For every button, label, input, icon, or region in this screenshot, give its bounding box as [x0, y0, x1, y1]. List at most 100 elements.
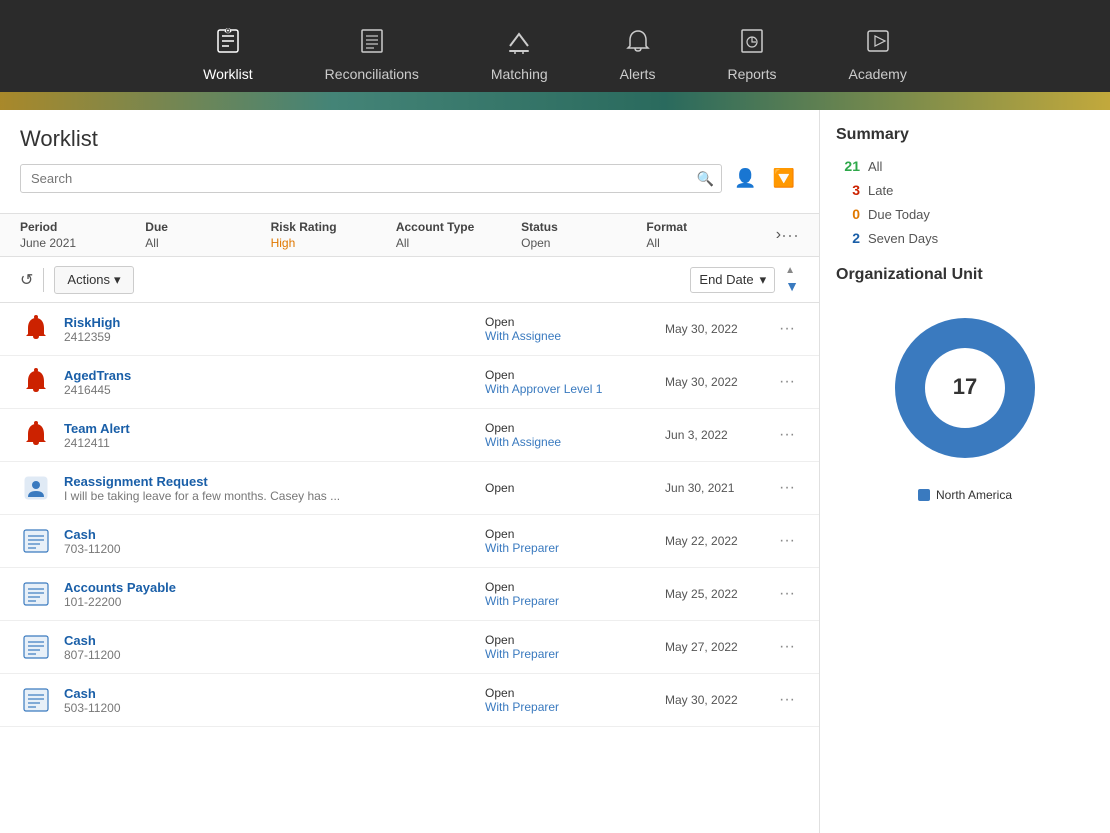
- matching-icon: [506, 28, 532, 60]
- item-menu-button[interactable]: ···: [775, 691, 799, 709]
- item-id: I will be taking leave for a few months.…: [64, 489, 485, 503]
- filter-period-value[interactable]: June 2021: [20, 236, 145, 250]
- search-input[interactable]: [20, 164, 722, 193]
- item-name: Accounts Payable: [64, 580, 485, 595]
- filter-icon[interactable]: 🔽: [769, 164, 799, 193]
- item-menu-button[interactable]: ···: [775, 320, 799, 338]
- summary-label: Due Today: [868, 207, 930, 222]
- filter-risk: Risk Rating High: [271, 220, 396, 250]
- item-icon: [20, 366, 52, 398]
- status-open: Open: [485, 315, 665, 329]
- item-icon: [20, 472, 52, 504]
- filter-due: Due All: [145, 220, 270, 250]
- main-wrapper: Worklist 🔍 👤 🔽 Period June 2021 Due All: [0, 110, 1110, 833]
- summary-item[interactable]: 2 Seven Days: [836, 230, 1094, 246]
- refresh-button[interactable]: ↺: [20, 270, 33, 290]
- list-item[interactable]: Accounts Payable 101-22200 Open With Pre…: [0, 568, 819, 621]
- worklist-icon: [215, 28, 241, 60]
- filter-due-value[interactable]: All: [145, 236, 270, 250]
- item-id: 101-22200: [64, 595, 485, 609]
- filter-account-type: Account Type All: [396, 220, 521, 250]
- item-info: AgedTrans 2416445: [64, 368, 485, 397]
- list-item[interactable]: Cash 703-11200 Open With Preparer May 22…: [0, 515, 819, 568]
- list-item[interactable]: Team Alert 2412411 Open With Assignee Ju…: [0, 409, 819, 462]
- right-panel: Summary 21 All 3 Late 0 Due Today 2 Seve…: [820, 110, 1110, 833]
- filter-risk-value[interactable]: High: [271, 236, 396, 250]
- search-icon[interactable]: 🔍: [697, 170, 714, 187]
- nav-item-matching[interactable]: Matching: [475, 20, 564, 90]
- nav-banner: [0, 92, 1110, 110]
- item-menu-button[interactable]: ···: [775, 373, 799, 391]
- list-item[interactable]: Cash 503-11200 Open With Preparer May 30…: [0, 674, 819, 727]
- item-info: Cash 503-11200: [64, 686, 485, 715]
- filter-account-type-value[interactable]: All: [396, 236, 521, 250]
- item-icon: [20, 684, 52, 716]
- filter-risk-label: Risk Rating: [271, 220, 396, 234]
- nav-item-worklist[interactable]: Worklist: [187, 20, 269, 90]
- sort-up-icon[interactable]: ▲: [785, 265, 799, 276]
- filter-format-value[interactable]: All: [646, 236, 771, 250]
- item-date: May 25, 2022: [665, 587, 775, 601]
- search-bar: 🔍 👤 🔽: [20, 164, 799, 193]
- actions-button[interactable]: Actions ▾: [54, 266, 133, 294]
- item-status: Open With Preparer: [485, 686, 665, 714]
- list-item[interactable]: AgedTrans 2416445 Open With Approver Lev…: [0, 356, 819, 409]
- alerts-icon: [625, 28, 651, 60]
- nav-item-alerts[interactable]: Alerts: [604, 20, 672, 90]
- item-info: RiskHigh 2412359: [64, 315, 485, 344]
- item-menu-button[interactable]: ···: [775, 638, 799, 656]
- sort-select[interactable]: End Date ▾: [690, 267, 775, 293]
- sort-down-icon[interactable]: ▼: [785, 278, 799, 294]
- status-sub: With Preparer: [485, 700, 665, 714]
- item-icon: [20, 525, 52, 557]
- item-icon: [20, 419, 52, 451]
- filter-more-icon[interactable]: ···: [781, 225, 799, 246]
- summary-item[interactable]: 0 Due Today: [836, 206, 1094, 222]
- donut-center-value: 17: [953, 374, 977, 399]
- user-filter-icon[interactable]: 👤: [730, 164, 760, 193]
- item-name: RiskHigh: [64, 315, 485, 330]
- item-menu-button[interactable]: ···: [775, 426, 799, 444]
- status-open: Open: [485, 368, 665, 382]
- item-date: Jun 30, 2021: [665, 481, 775, 495]
- nav-item-reports[interactable]: Reports: [711, 20, 792, 90]
- nav-item-academy[interactable]: Academy: [832, 20, 922, 90]
- filter-account-type-label: Account Type: [396, 220, 521, 234]
- summary-item[interactable]: 21 All: [836, 158, 1094, 174]
- summary-item[interactable]: 3 Late: [836, 182, 1094, 198]
- reports-icon: [739, 28, 765, 60]
- list-item[interactable]: RiskHigh 2412359 Open With Assignee May …: [0, 303, 819, 356]
- academy-icon: [865, 28, 891, 60]
- sort-arrows: ▲ ▼: [785, 265, 799, 294]
- status-open: Open: [485, 686, 665, 700]
- item-id: 2416445: [64, 383, 485, 397]
- item-menu-button[interactable]: ···: [775, 585, 799, 603]
- summary-label: Late: [868, 183, 893, 198]
- sort-dropdown-icon: ▾: [760, 272, 767, 288]
- item-status: Open With Preparer: [485, 633, 665, 661]
- status-open: Open: [485, 421, 665, 435]
- item-date: May 30, 2022: [665, 322, 775, 336]
- item-status: Open With Assignee: [485, 421, 665, 449]
- status-sub: With Preparer: [485, 541, 665, 555]
- nav-item-reconciliations[interactable]: Reconciliations: [309, 20, 435, 90]
- status-open: Open: [485, 481, 665, 495]
- filter-status-label: Status: [521, 220, 646, 234]
- item-date: May 27, 2022: [665, 640, 775, 654]
- item-status: Open With Assignee: [485, 315, 665, 343]
- nav-label-academy: Academy: [848, 66, 906, 82]
- summary-label: Seven Days: [868, 231, 938, 246]
- item-menu-button[interactable]: ···: [775, 532, 799, 550]
- list-item[interactable]: Reassignment Request I will be taking le…: [0, 462, 819, 515]
- filter-status-value[interactable]: Open: [521, 236, 646, 250]
- status-sub: With Approver Level 1: [485, 382, 665, 396]
- filter-due-label: Due: [145, 220, 270, 234]
- item-menu-button[interactable]: ···: [775, 479, 799, 497]
- actions-bar: ↺ Actions ▾ End Date ▾ ▲ ▼: [0, 257, 819, 303]
- item-name: AgedTrans: [64, 368, 485, 383]
- toolbar-divider: [43, 268, 44, 292]
- list-item[interactable]: Cash 807-11200 Open With Preparer May 27…: [0, 621, 819, 674]
- nav-label-matching: Matching: [491, 66, 548, 82]
- item-id: 503-11200: [64, 701, 485, 715]
- nav-label-alerts: Alerts: [620, 66, 656, 82]
